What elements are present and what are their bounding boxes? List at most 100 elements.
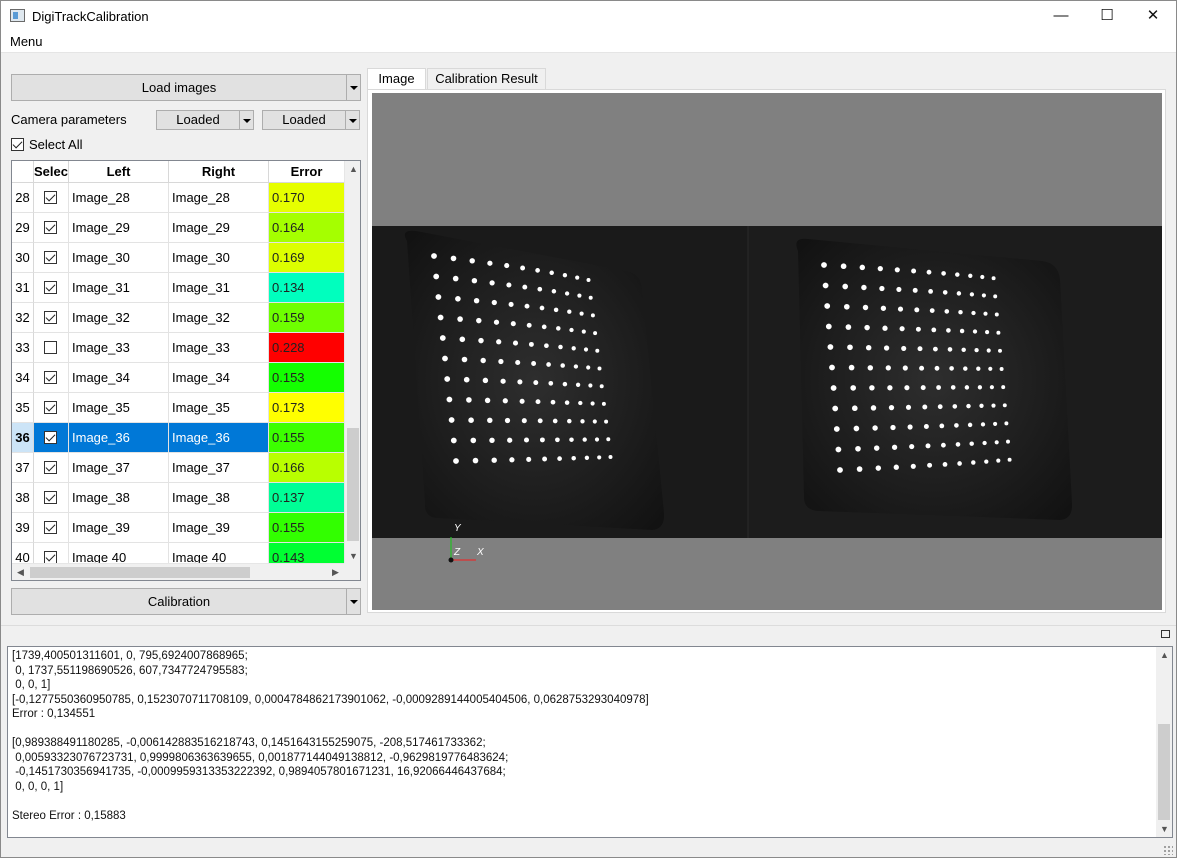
row-error-value[interactable]: 0.134 (269, 273, 345, 303)
console-scroll-down-icon[interactable]: ▼ (1160, 824, 1169, 834)
table-horizontal-scroll-thumb[interactable] (30, 567, 250, 578)
row-select-checkbox[interactable] (44, 401, 57, 414)
output-console[interactable]: [1739,400501311601, 0, 795,6924007868965… (7, 646, 1173, 838)
table-row[interactable]: 31 Image_31 Image_31 0.134 (12, 273, 345, 303)
row-select-checkbox[interactable] (44, 341, 57, 354)
row-select-cell[interactable] (34, 363, 69, 393)
row-error-value[interactable]: 0.164 (269, 213, 345, 243)
header-error[interactable]: Error (269, 161, 345, 183)
row-left-image[interactable]: Image_31 (69, 273, 169, 303)
scroll-right-icon[interactable]: ▶ (332, 567, 339, 578)
row-error-value[interactable]: 0.137 (269, 483, 345, 513)
image-viewer[interactable]: Y Z X (372, 93, 1162, 610)
table-row[interactable]: 29 Image_29 Image_29 0.164 (12, 213, 345, 243)
row-select-cell[interactable] (34, 213, 69, 243)
row-left-image[interactable]: Image_34 (69, 363, 169, 393)
close-button[interactable]: ✕ (1130, 1, 1176, 31)
right-param-dropdown-icon[interactable] (345, 111, 359, 129)
row-select-checkbox[interactable] (44, 281, 57, 294)
header-left[interactable]: Left (69, 161, 169, 183)
table-row[interactable]: 37 Image_37 Image_37 0.166 (12, 453, 345, 483)
table-horizontal-scrollbar[interactable]: ◀ ▶ (12, 563, 345, 580)
row-select-checkbox[interactable] (44, 191, 57, 204)
row-select-checkbox[interactable] (44, 251, 57, 264)
row-select-checkbox[interactable] (44, 491, 57, 504)
row-error-value[interactable]: 0.228 (269, 333, 345, 363)
right-camera-param-button[interactable]: Loaded (262, 110, 360, 130)
row-right-image[interactable]: Image_39 (169, 513, 269, 543)
table-row[interactable]: 38 Image_38 Image_38 0.137 (12, 483, 345, 513)
float-window-icon[interactable] (1161, 630, 1170, 638)
row-select-cell[interactable] (34, 243, 69, 273)
row-select-cell[interactable] (34, 453, 69, 483)
resize-grip-icon[interactable] (1163, 845, 1173, 855)
row-select-cell[interactable] (34, 303, 69, 333)
row-right-image[interactable]: Image_33 (169, 333, 269, 363)
row-select-checkbox[interactable] (44, 221, 57, 234)
menu-item-menu[interactable]: Menu (10, 34, 43, 49)
row-right-image[interactable]: Image_35 (169, 393, 269, 423)
scroll-up-icon[interactable]: ▲ (349, 164, 358, 174)
row-right-image[interactable]: Image_28 (169, 183, 269, 213)
select-all-checkbox[interactable] (11, 138, 24, 151)
row-select-cell[interactable] (34, 333, 69, 363)
row-error-value[interactable]: 0.173 (269, 393, 345, 423)
row-select-checkbox[interactable] (44, 311, 57, 324)
row-error-value[interactable]: 0.169 (269, 243, 345, 273)
table-row[interactable]: 36 Image_36 Image_36 0.155 (12, 423, 345, 453)
row-select-cell[interactable] (34, 513, 69, 543)
row-select-checkbox[interactable] (44, 431, 57, 444)
table-row[interactable]: 33 Image_33 Image_33 0.228 (12, 333, 345, 363)
header-right[interactable]: Right (169, 161, 269, 183)
row-left-image[interactable]: Image_32 (69, 303, 169, 333)
maximize-button[interactable]: ☐ (1084, 1, 1130, 31)
header-select[interactable]: Selec (34, 161, 69, 183)
row-select-cell[interactable] (34, 273, 69, 303)
row-left-image[interactable]: Image_36 (69, 423, 169, 453)
row-select-cell[interactable] (34, 393, 69, 423)
table-row[interactable]: 30 Image_30 Image_30 0.169 (12, 243, 345, 273)
row-right-image[interactable]: Image_31 (169, 273, 269, 303)
console-vertical-scrollbar[interactable]: ▲ ▼ (1156, 647, 1172, 837)
row-right-image[interactable]: Image_32 (169, 303, 269, 333)
row-error-value[interactable]: 0.166 (269, 453, 345, 483)
row-error-value[interactable]: 0.159 (269, 303, 345, 333)
load-images-dropdown-icon[interactable] (346, 75, 360, 100)
calibration-button[interactable]: Calibration (11, 588, 361, 615)
table-vertical-scroll-thumb[interactable] (347, 428, 359, 541)
console-scroll-thumb[interactable] (1158, 724, 1170, 820)
row-select-cell[interactable] (34, 483, 69, 513)
calibration-dropdown-icon[interactable] (346, 589, 360, 614)
row-select-cell[interactable] (34, 423, 69, 453)
panel-splitter[interactable] (1, 625, 1176, 644)
table-row[interactable]: 28 Image_28 Image_28 0.170 (12, 183, 345, 213)
minimize-button[interactable]: — (1038, 1, 1084, 31)
table-row[interactable]: 35 Image_35 Image_35 0.173 (12, 393, 345, 423)
row-right-image[interactable]: Image_30 (169, 243, 269, 273)
row-left-image[interactable]: Image_38 (69, 483, 169, 513)
row-error-value[interactable]: 0.153 (269, 363, 345, 393)
row-left-image[interactable]: Image_29 (69, 213, 169, 243)
load-images-button[interactable]: Load images (11, 74, 361, 101)
row-right-image[interactable]: Image_34 (169, 363, 269, 393)
row-select-cell[interactable] (34, 183, 69, 213)
row-select-checkbox[interactable] (44, 521, 57, 534)
scroll-left-icon[interactable]: ◀ (17, 567, 24, 578)
table-row[interactable]: 32 Image_32 Image_32 0.159 (12, 303, 345, 333)
left-param-dropdown-icon[interactable] (239, 111, 253, 129)
row-left-image[interactable]: Image_28 (69, 183, 169, 213)
table-row[interactable]: 39 Image_39 Image_39 0.155 (12, 513, 345, 543)
row-error-value[interactable]: 0.155 (269, 513, 345, 543)
row-right-image[interactable]: Image_29 (169, 213, 269, 243)
console-scroll-up-icon[interactable]: ▲ (1160, 650, 1169, 660)
row-error-value[interactable]: 0.155 (269, 423, 345, 453)
scroll-down-icon[interactable]: ▼ (349, 551, 358, 561)
row-select-checkbox[interactable] (44, 371, 57, 384)
tab-calibration-result[interactable]: Calibration Result (427, 68, 546, 90)
table-row[interactable]: 34 Image_34 Image_34 0.153 (12, 363, 345, 393)
left-camera-param-button[interactable]: Loaded (156, 110, 254, 130)
row-left-image[interactable]: Image_33 (69, 333, 169, 363)
row-select-checkbox[interactable] (44, 461, 57, 474)
row-right-image[interactable]: Image_37 (169, 453, 269, 483)
row-left-image[interactable]: Image_35 (69, 393, 169, 423)
